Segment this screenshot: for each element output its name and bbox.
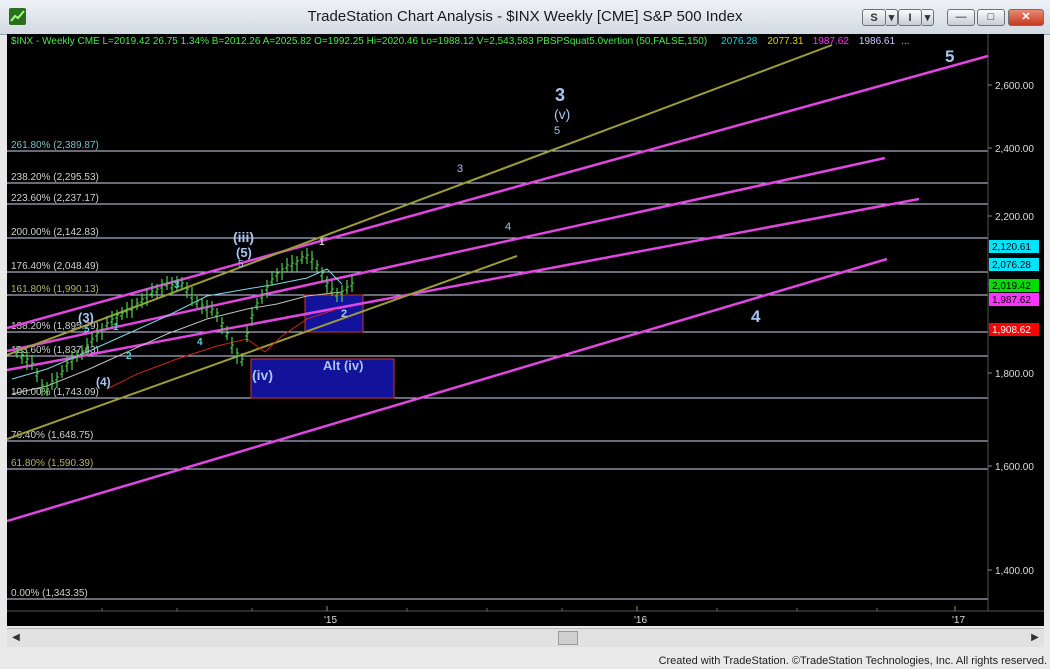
price-badge-label: 2,019.42	[992, 281, 1031, 292]
fib-label: 100.00% (1,743.09)	[11, 387, 99, 398]
price-badges: 2,120.61 2,076.28 2,019.42 1,987.62 1,908.62	[989, 240, 1039, 336]
i-button[interactable]: I	[898, 9, 922, 26]
price-scale-label: 1,800.00	[995, 369, 1034, 380]
time-axis-label: '15	[324, 615, 337, 626]
s-dropdown-icon[interactable]: ▾	[886, 9, 898, 26]
channel-line-lower	[6, 257, 888, 523]
wave-label: (v)	[554, 106, 570, 122]
header-part: 1986.61	[859, 36, 896, 47]
fib-label: 223.60% (2,237.17)	[11, 193, 99, 204]
fib-label: 200.00% (2,142.83)	[11, 227, 99, 238]
scroll-right-icon[interactable]: ▶	[1028, 631, 1042, 645]
wave-label: 3	[457, 163, 463, 175]
minimize-button[interactable]: —	[947, 9, 975, 26]
price-scale-label: 2,600.00	[995, 81, 1034, 92]
wave-label: 3	[174, 280, 180, 291]
fib-label: 76.40% (1,648.75)	[11, 430, 93, 441]
scroll-left-icon[interactable]: ◀	[9, 631, 23, 645]
status-bar: Created with TradeStation. ©TradeStation…	[0, 652, 1050, 669]
price-scale-label: 2,400.00	[995, 144, 1034, 155]
wave-label: 5	[238, 259, 244, 270]
wave-label: 2	[341, 308, 347, 320]
wave-label: (5)	[236, 245, 252, 260]
time-axis-label: '16	[634, 615, 647, 626]
trend-channels	[6, 44, 989, 523]
fib-label: 0.00% (1,343.35)	[11, 588, 88, 599]
wave-label: (4)	[96, 375, 111, 389]
header-part: $INX - Weekly CME L=2019.42 26.75 1.34% …	[11, 36, 707, 47]
time-axis-label: '17	[952, 615, 965, 626]
wave-label: (iv)	[252, 367, 273, 383]
wave-label: 1	[319, 237, 325, 248]
fib-levels: 261.80% (2,389.87) 238.20% (2,295.53) 223.…	[7, 140, 988, 600]
price-scale-label: 2,200.00	[995, 212, 1034, 223]
fib-label: 176.40% (2,048.49)	[11, 261, 99, 272]
i-dropdown-icon[interactable]: ▾	[922, 9, 934, 26]
s-button[interactable]: S	[862, 9, 886, 26]
wave-label: 4	[751, 307, 761, 326]
wave-label: 2	[126, 351, 132, 362]
wave-label: 5	[945, 47, 954, 66]
header-readout: $INX - Weekly CME L=2019.42 26.75 1.34% …	[11, 36, 909, 47]
price-badge-label: 2,076.28	[992, 260, 1031, 271]
scroll-thumb[interactable]	[558, 631, 578, 645]
price-badge-label: 1,908.62	[992, 325, 1031, 336]
price-scale-label: 1,600.00	[995, 462, 1034, 473]
price-badge-label: 1,987.62	[992, 295, 1031, 306]
wave-label: 1	[113, 322, 119, 333]
wave-label: Alt (iv)	[323, 358, 363, 373]
wave-label: 5	[84, 324, 90, 335]
header-part: ...	[901, 36, 909, 47]
wave-label: 3	[555, 85, 565, 105]
header-part: 2077.31	[767, 36, 804, 47]
wave-label: 4	[197, 337, 203, 348]
time-axis: '15 '16 '17	[101, 606, 965, 626]
fib-label: 161.80% (1,990.13)	[11, 284, 99, 295]
close-button[interactable]: ✕	[1008, 9, 1044, 26]
footer-credit: Created with TradeStation. ©TradeStation…	[658, 655, 1047, 667]
wave-label: (3)	[78, 310, 94, 325]
channel-line-upper	[6, 54, 989, 330]
fib-label: 61.80% (1,590.39)	[11, 458, 93, 469]
chart-area[interactable]: $INX - Weekly CME L=2019.42 26.75 1.34% …	[6, 34, 1044, 626]
horizontal-scrollbar[interactable]: ◀ ▶	[7, 628, 1044, 647]
header-part: 2076.28	[721, 36, 758, 47]
price-scale-label: 1,400.00	[995, 566, 1034, 577]
maximize-button[interactable]: □	[977, 9, 1005, 26]
olive-channel-upper	[6, 44, 833, 356]
wave-label: (iii)	[233, 229, 254, 245]
wave-label: 4	[505, 221, 511, 233]
price-chart[interactable]: $INX - Weekly CME L=2019.42 26.75 1.34% …	[6, 34, 1044, 626]
title-bar: TradeStation Chart Analysis - $INX Weekl…	[0, 0, 1050, 35]
price-badge-label: 2,120.61	[992, 242, 1031, 253]
fib-label: 261.80% (2,389.87)	[11, 140, 99, 151]
wave-label: 5	[554, 125, 560, 137]
fib-label: 238.20% (2,295.53)	[11, 172, 99, 183]
